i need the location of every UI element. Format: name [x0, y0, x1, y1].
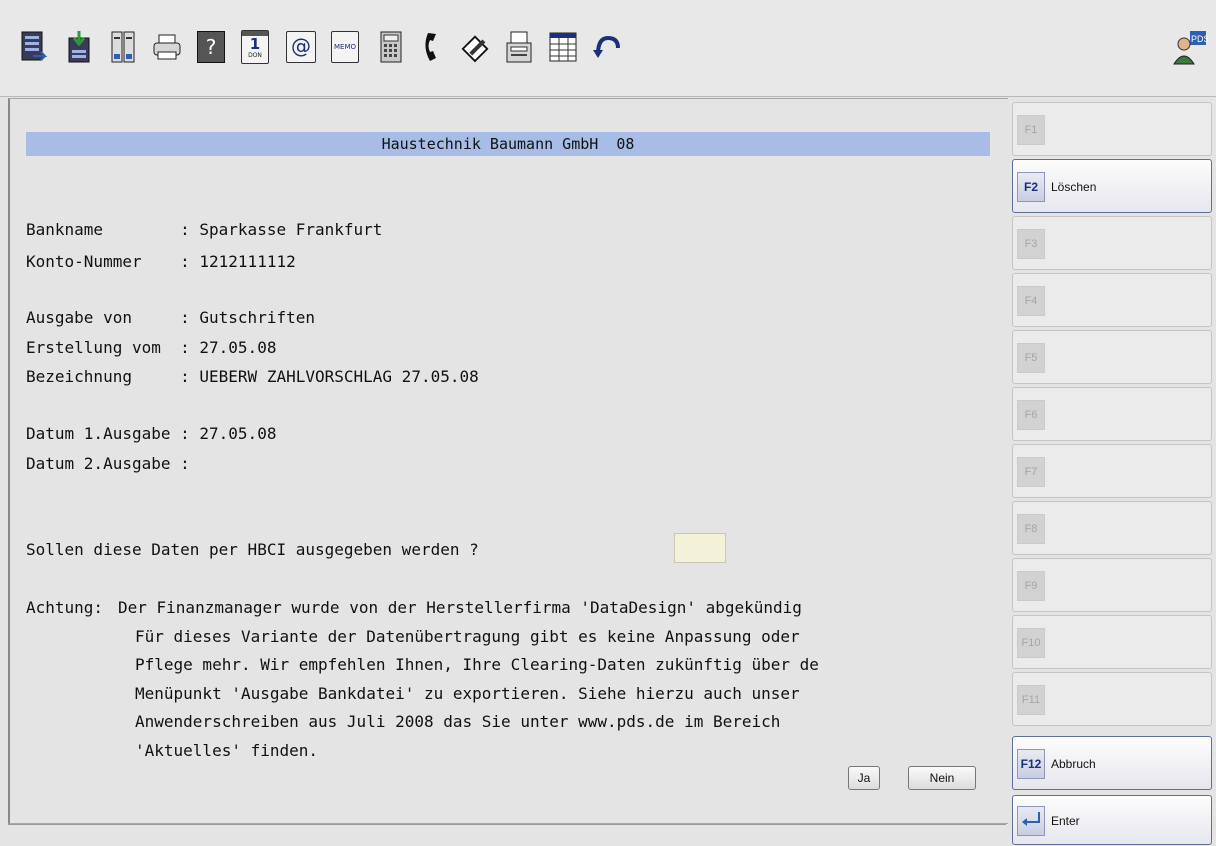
help-icon[interactable]: ? [196, 29, 226, 65]
edit-icon[interactable] [460, 29, 490, 65]
fkey-badge: F5 [1017, 343, 1045, 373]
export-document-icon[interactable] [18, 29, 48, 65]
notice-line: 'Aktuelles' finden. [135, 741, 319, 760]
calendar-icon[interactable]: 1 DON [240, 29, 270, 65]
pds-logo: PDS [1172, 30, 1208, 66]
calendar-weekday: DON [248, 52, 262, 59]
field-erstellung-vom: Erstellung vom : 27.05.08 [26, 338, 276, 358]
fkey-badge: F2 [1017, 172, 1045, 202]
enter-arrow-icon [1017, 806, 1045, 836]
spreadsheet-icon[interactable] [548, 29, 578, 65]
field-datum-1-ausgabe: Datum 1.Ausgabe : 27.05.08 [26, 424, 276, 444]
fkey-f10: F10 [1012, 615, 1212, 669]
field-label: Datum 1.Ausgabe [26, 424, 181, 443]
field-label: Datum 2.Ausgabe [26, 454, 181, 473]
fkey-f11: F11 [1012, 672, 1212, 726]
fkey-label: Enter [1051, 814, 1080, 828]
fkey-f2-loeschen[interactable]: F2 Löschen [1012, 159, 1212, 213]
field-value: : UEBERW ZAHLVORSCHLAG 27.05.08 [180, 367, 479, 386]
fkey-badge: F9 [1017, 571, 1045, 601]
email-glyph: @ [286, 31, 316, 63]
fkey-badge: F12 [1017, 749, 1045, 779]
field-datum-2-ausgabe: Datum 2.Ausgabe : [26, 454, 190, 474]
field-value: : 27.05.08 [180, 424, 277, 443]
field-bezeichnung: Bezeichnung : UEBERW ZAHLVORSCHLAG 27.05… [26, 367, 479, 387]
field-label: Erstellung vom [26, 338, 181, 357]
memo-text: MEMO [331, 31, 359, 63]
yes-button[interactable]: Ja [848, 766, 880, 790]
fkey-badge: F10 [1017, 628, 1045, 658]
notice-line: Für dieses Variante der Datenübertragung… [135, 627, 800, 646]
hbci-question: Sollen diese Daten per HBCI ausgegeben w… [26, 540, 479, 559]
undo-icon[interactable] [592, 29, 622, 65]
field-value: : [180, 454, 190, 473]
field-label: Bankname [26, 220, 181, 239]
field-value: : 27.05.08 [180, 338, 277, 357]
notice-prefix: Achtung: [26, 598, 104, 617]
fkey-badge: F7 [1017, 457, 1045, 487]
fkey-f6: F6 [1012, 387, 1212, 441]
fkey-badge: F1 [1017, 115, 1045, 145]
calculator-icon[interactable] [376, 29, 406, 65]
help-glyph: ? [197, 31, 225, 63]
enter-button[interactable]: Enter [1012, 795, 1212, 845]
fkey-f12-abbruch[interactable]: F12 Abbruch [1012, 736, 1212, 790]
fkey-f8: F8 [1012, 501, 1212, 555]
notice-line: Der Finanzmanager wurde von der Herstell… [118, 598, 802, 617]
fkey-f1: F1 [1012, 102, 1212, 156]
fkey-f9: F9 [1012, 558, 1212, 612]
field-label: Ausgabe von [26, 308, 181, 327]
fkey-badge: F6 [1017, 400, 1045, 430]
printer-icon[interactable] [152, 29, 182, 65]
field-value: : Sparkasse Frankfurt [180, 220, 383, 239]
status-bar [8, 824, 1006, 846]
memo-icon[interactable]: MEMO [330, 29, 360, 65]
email-icon[interactable]: @ [286, 29, 316, 65]
hbci-answer-input[interactable] [674, 533, 726, 563]
function-key-panel: F1 F2 Löschen F3 F4 F5 F6 F7 F8 F9 F10 F1… [1008, 98, 1216, 845]
main-panel: Haustechnik Baumann GmbH 08 Bankname : S… [8, 98, 1009, 824]
fkey-badge: F11 [1017, 685, 1045, 715]
fkey-f7: F7 [1012, 444, 1212, 498]
no-button[interactable]: Nein [908, 766, 976, 790]
field-value: : Gutschriften [180, 308, 315, 327]
toolbar: ? 1 DON @ MEMO PDS [0, 0, 1216, 97]
svg-text:PDS: PDS [1191, 34, 1208, 44]
field-ausgabe-von: Ausgabe von : Gutschriften [26, 308, 315, 328]
fkey-f3: F3 [1012, 216, 1212, 270]
notice-line: Anwenderschreiben aus Juli 2008 das Sie … [135, 712, 781, 731]
fkey-label: Löschen [1051, 180, 1097, 194]
field-bankname: Bankname : Sparkasse Frankfurt [26, 220, 382, 240]
fkey-badge: F8 [1017, 514, 1045, 544]
field-label: Bezeichnung [26, 367, 181, 386]
field-konto-nummer: Konto-Nummer : 1212111112 [26, 252, 296, 272]
fkey-label: Abbruch [1051, 757, 1096, 771]
notice-line: Pflege mehr. Wir empfehlen Ihnen, Ihre C… [135, 655, 819, 674]
download-document-icon[interactable] [64, 29, 94, 65]
field-label: Konto-Nummer [26, 252, 181, 271]
fkey-f5: F5 [1012, 330, 1212, 384]
fkey-badge: F4 [1017, 286, 1045, 316]
fkey-badge: F3 [1017, 229, 1045, 259]
calendar-day: 1 [249, 35, 261, 53]
field-value: : 1212111112 [180, 252, 296, 271]
binder-icon[interactable] [108, 29, 138, 65]
company-title: Haustechnik Baumann GmbH 08 [26, 132, 990, 156]
notice-line: Menüpunkt 'Ausgabe Bankdatei' zu exporti… [135, 684, 800, 703]
fax-icon[interactable] [504, 29, 534, 65]
phone-icon[interactable] [418, 29, 448, 65]
fkey-f4: F4 [1012, 273, 1212, 327]
